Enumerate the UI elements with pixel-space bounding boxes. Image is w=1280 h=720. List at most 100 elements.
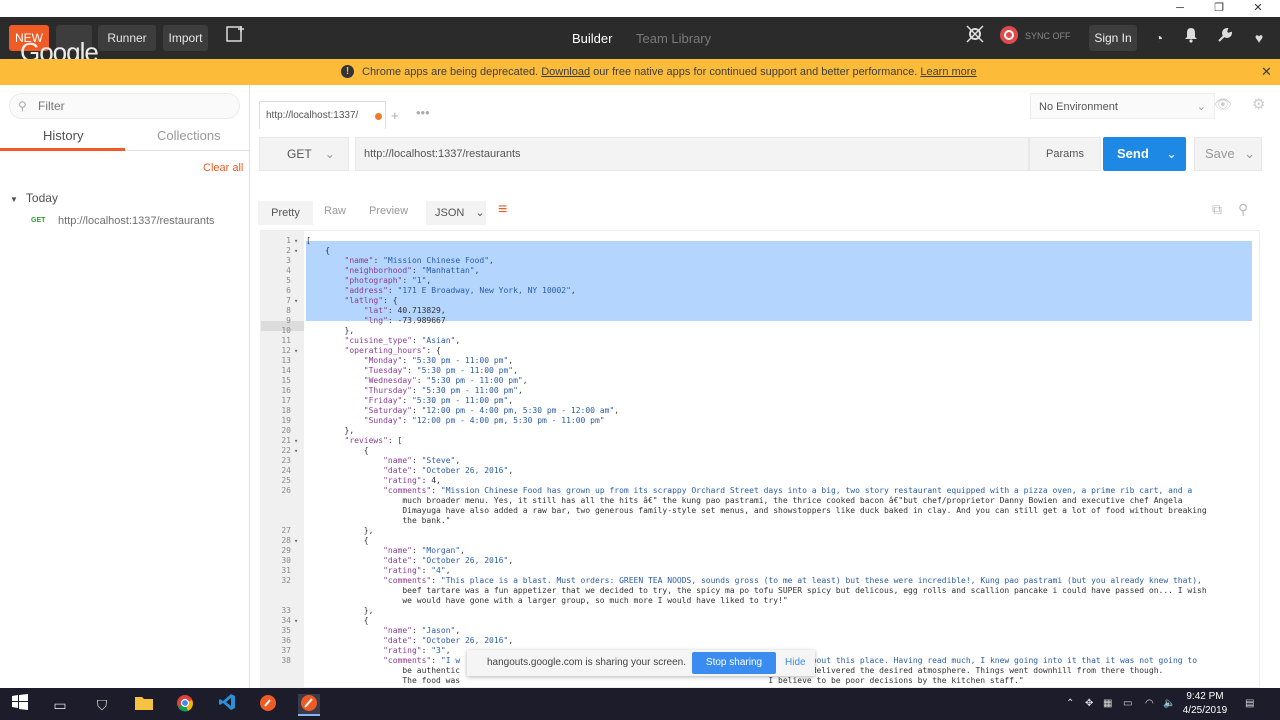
url-input[interactable]: http://localhost:1337/restaurants: [355, 137, 1029, 171]
code-text: "Friday": "5:30 pm - 11:00 pm",: [363, 396, 514, 405]
settings-wrench-icon[interactable]: [1212, 25, 1238, 51]
hide-button[interactable]: Hide: [785, 650, 806, 676]
dropbox-tray-icon[interactable]: ✥: [1085, 688, 1093, 720]
code-text: "reviews": [: [344, 436, 403, 445]
fold-toggle-icon[interactable]: ▾: [294, 236, 298, 246]
code-text: "date": "October 26, 2016",: [383, 556, 514, 565]
volume-icon[interactable]: 🔈: [1163, 688, 1175, 720]
params-button[interactable]: Params: [1029, 137, 1101, 171]
gear-icon[interactable]: ⚙: [1252, 95, 1265, 113]
filter-input[interactable]: [38, 98, 228, 114]
send-button[interactable]: Send ⌄: [1103, 137, 1186, 171]
history-group-today[interactable]: ▼ Today: [10, 191, 58, 205]
wrap-lines-icon[interactable]: ≡: [498, 201, 507, 219]
learn-more-link[interactable]: Learn more: [920, 66, 976, 78]
system-clock[interactable]: 9:42 PM 4/25/2019: [1179, 690, 1231, 718]
fold-toggle-icon[interactable]: ▾: [294, 346, 298, 356]
tab-collections[interactable]: Collections: [157, 128, 221, 143]
network-tray-icon[interactable]: ▦: [1103, 688, 1112, 720]
code-text: "name": "Steve",: [383, 456, 461, 465]
format-select[interactable]: JSON ⌄: [426, 201, 486, 225]
main-panel: http://localhost:1337/ + ••• No Environm…: [251, 85, 1280, 688]
copy-icon[interactable]: ⧉: [1212, 201, 1222, 218]
code-text: "Tuesday": "5:30 pm - 11:00 pm",: [363, 366, 518, 375]
tab-team-library[interactable]: Team Library: [636, 31, 711, 46]
code-text: {: [306, 246, 331, 255]
defender-shield-icon[interactable]: ⛉: [91, 694, 113, 716]
history-item[interactable]: GET http://localhost:1337/restaurants: [0, 213, 249, 233]
vscode-icon[interactable]: [216, 694, 238, 716]
chevron-down-icon[interactable]: ⌄: [1166, 137, 1177, 171]
action-center-icon[interactable]: ▤: [1245, 688, 1254, 720]
banner-message: Chrome apps are being deprecated. Downlo…: [362, 59, 977, 85]
banner-close-icon[interactable]: ✕: [1261, 59, 1272, 85]
share-message: hangouts.google.com is sharing your scre…: [487, 657, 687, 668]
line-number: 28: [281, 536, 291, 545]
fold-toggle-icon[interactable]: ▾: [294, 616, 298, 626]
code-line: 12 ▾ "operating_hours": {: [261, 346, 1259, 356]
fold-toggle-icon[interactable]: ▾: [294, 446, 298, 456]
code-line: beef tartare was a fun appetizer that we…: [261, 586, 1259, 596]
code-line: 22 ▾ {: [261, 446, 1259, 456]
eye-icon[interactable]: 👁: [1214, 96, 1232, 113]
postman-active-icon[interactable]: [298, 694, 320, 716]
code-text: },: [306, 526, 374, 535]
tab-builder[interactable]: Builder: [572, 31, 612, 46]
import-button[interactable]: Import: [163, 25, 208, 51]
save-button[interactable]: Save ⌄: [1194, 137, 1262, 171]
view-pretty[interactable]: Pretty: [258, 201, 313, 225]
more-tabs-button[interactable]: •••: [416, 105, 430, 120]
add-tab-button[interactable]: +: [391, 108, 399, 123]
tray-chevron-icon[interactable]: ⌃: [1066, 688, 1074, 720]
method-select[interactable]: GET ⌄: [259, 137, 349, 171]
environment-select[interactable]: No Environment ⌄: [1030, 93, 1215, 119]
response-body[interactable]: 1 ▾[2 ▾ {3 "name": "Mission Chinese Food",…: [260, 230, 1260, 688]
sidebar: ⚲ History Collections Clear all ▼ Today G…: [0, 85, 250, 688]
line-number: 33: [281, 606, 291, 615]
heart-icon[interactable]: ♥: [1246, 25, 1272, 51]
notification-bell-icon[interactable]: [1178, 25, 1204, 51]
code-line: 2 ▾ {: [261, 246, 1259, 256]
restore-button[interactable]: ❐: [1199, 0, 1239, 17]
view-preview[interactable]: Preview: [369, 205, 408, 217]
code-text: Dimayuga have also added a raw bar, two …: [306, 506, 1207, 515]
filter-field[interactable]: ⚲: [9, 93, 240, 119]
chrome-icon[interactable]: [174, 694, 196, 716]
line-number: 27: [281, 526, 291, 535]
banner-text: Chrome apps are being deprecated.: [362, 66, 539, 78]
line-number: 38: [281, 656, 291, 665]
line-number: 4: [286, 266, 291, 275]
send-label: Send: [1117, 146, 1149, 161]
sign-in-button[interactable]: Sign In: [1089, 25, 1137, 51]
chevron-down-icon[interactable]: ⌄: [1244, 138, 1255, 170]
environment-value: No Environment: [1039, 101, 1118, 113]
sync-icon[interactable]: [996, 25, 1022, 51]
fold-toggle-icon[interactable]: ▾: [294, 536, 298, 546]
new-window-button[interactable]: [222, 25, 250, 51]
interceptor-icon[interactable]: [962, 25, 988, 51]
code-line: 18 "Saturday": "12:00 pm - 4:00 pm, 5:30…: [261, 406, 1259, 416]
search-icon[interactable]: ⚲: [1238, 201, 1248, 218]
display-tray-icon[interactable]: ▭: [1123, 688, 1132, 720]
download-link[interactable]: Download: [541, 66, 590, 78]
line-number: 1: [286, 236, 291, 245]
task-view-icon[interactable]: ▭: [49, 694, 71, 716]
satellite-icon[interactable]: ◔: [1146, 25, 1172, 51]
windows-start-icon[interactable]: [9, 694, 31, 716]
code-line: 11 "cuisine_type": "Asian",: [261, 336, 1259, 346]
view-raw[interactable]: Raw: [324, 205, 346, 217]
runner-button[interactable]: Runner: [98, 25, 156, 51]
request-tab[interactable]: http://localhost:1337/: [259, 101, 386, 129]
minimize-button[interactable]: ─: [1160, 0, 1200, 17]
code-line: 25 "rating": 4,: [261, 476, 1259, 486]
stop-sharing-button[interactable]: Stop sharing: [692, 652, 776, 674]
file-explorer-icon[interactable]: [133, 694, 155, 716]
tab-history[interactable]: History: [43, 128, 83, 143]
close-window-button[interactable]: ✕: [1238, 0, 1278, 17]
postman-icon[interactable]: [257, 694, 279, 716]
wifi-icon[interactable]: ◠: [1145, 688, 1154, 720]
fold-toggle-icon[interactable]: ▾: [294, 296, 298, 306]
clear-all-link[interactable]: Clear all: [203, 162, 243, 174]
fold-toggle-icon[interactable]: ▾: [294, 436, 298, 446]
fold-toggle-icon[interactable]: ▾: [294, 246, 298, 256]
